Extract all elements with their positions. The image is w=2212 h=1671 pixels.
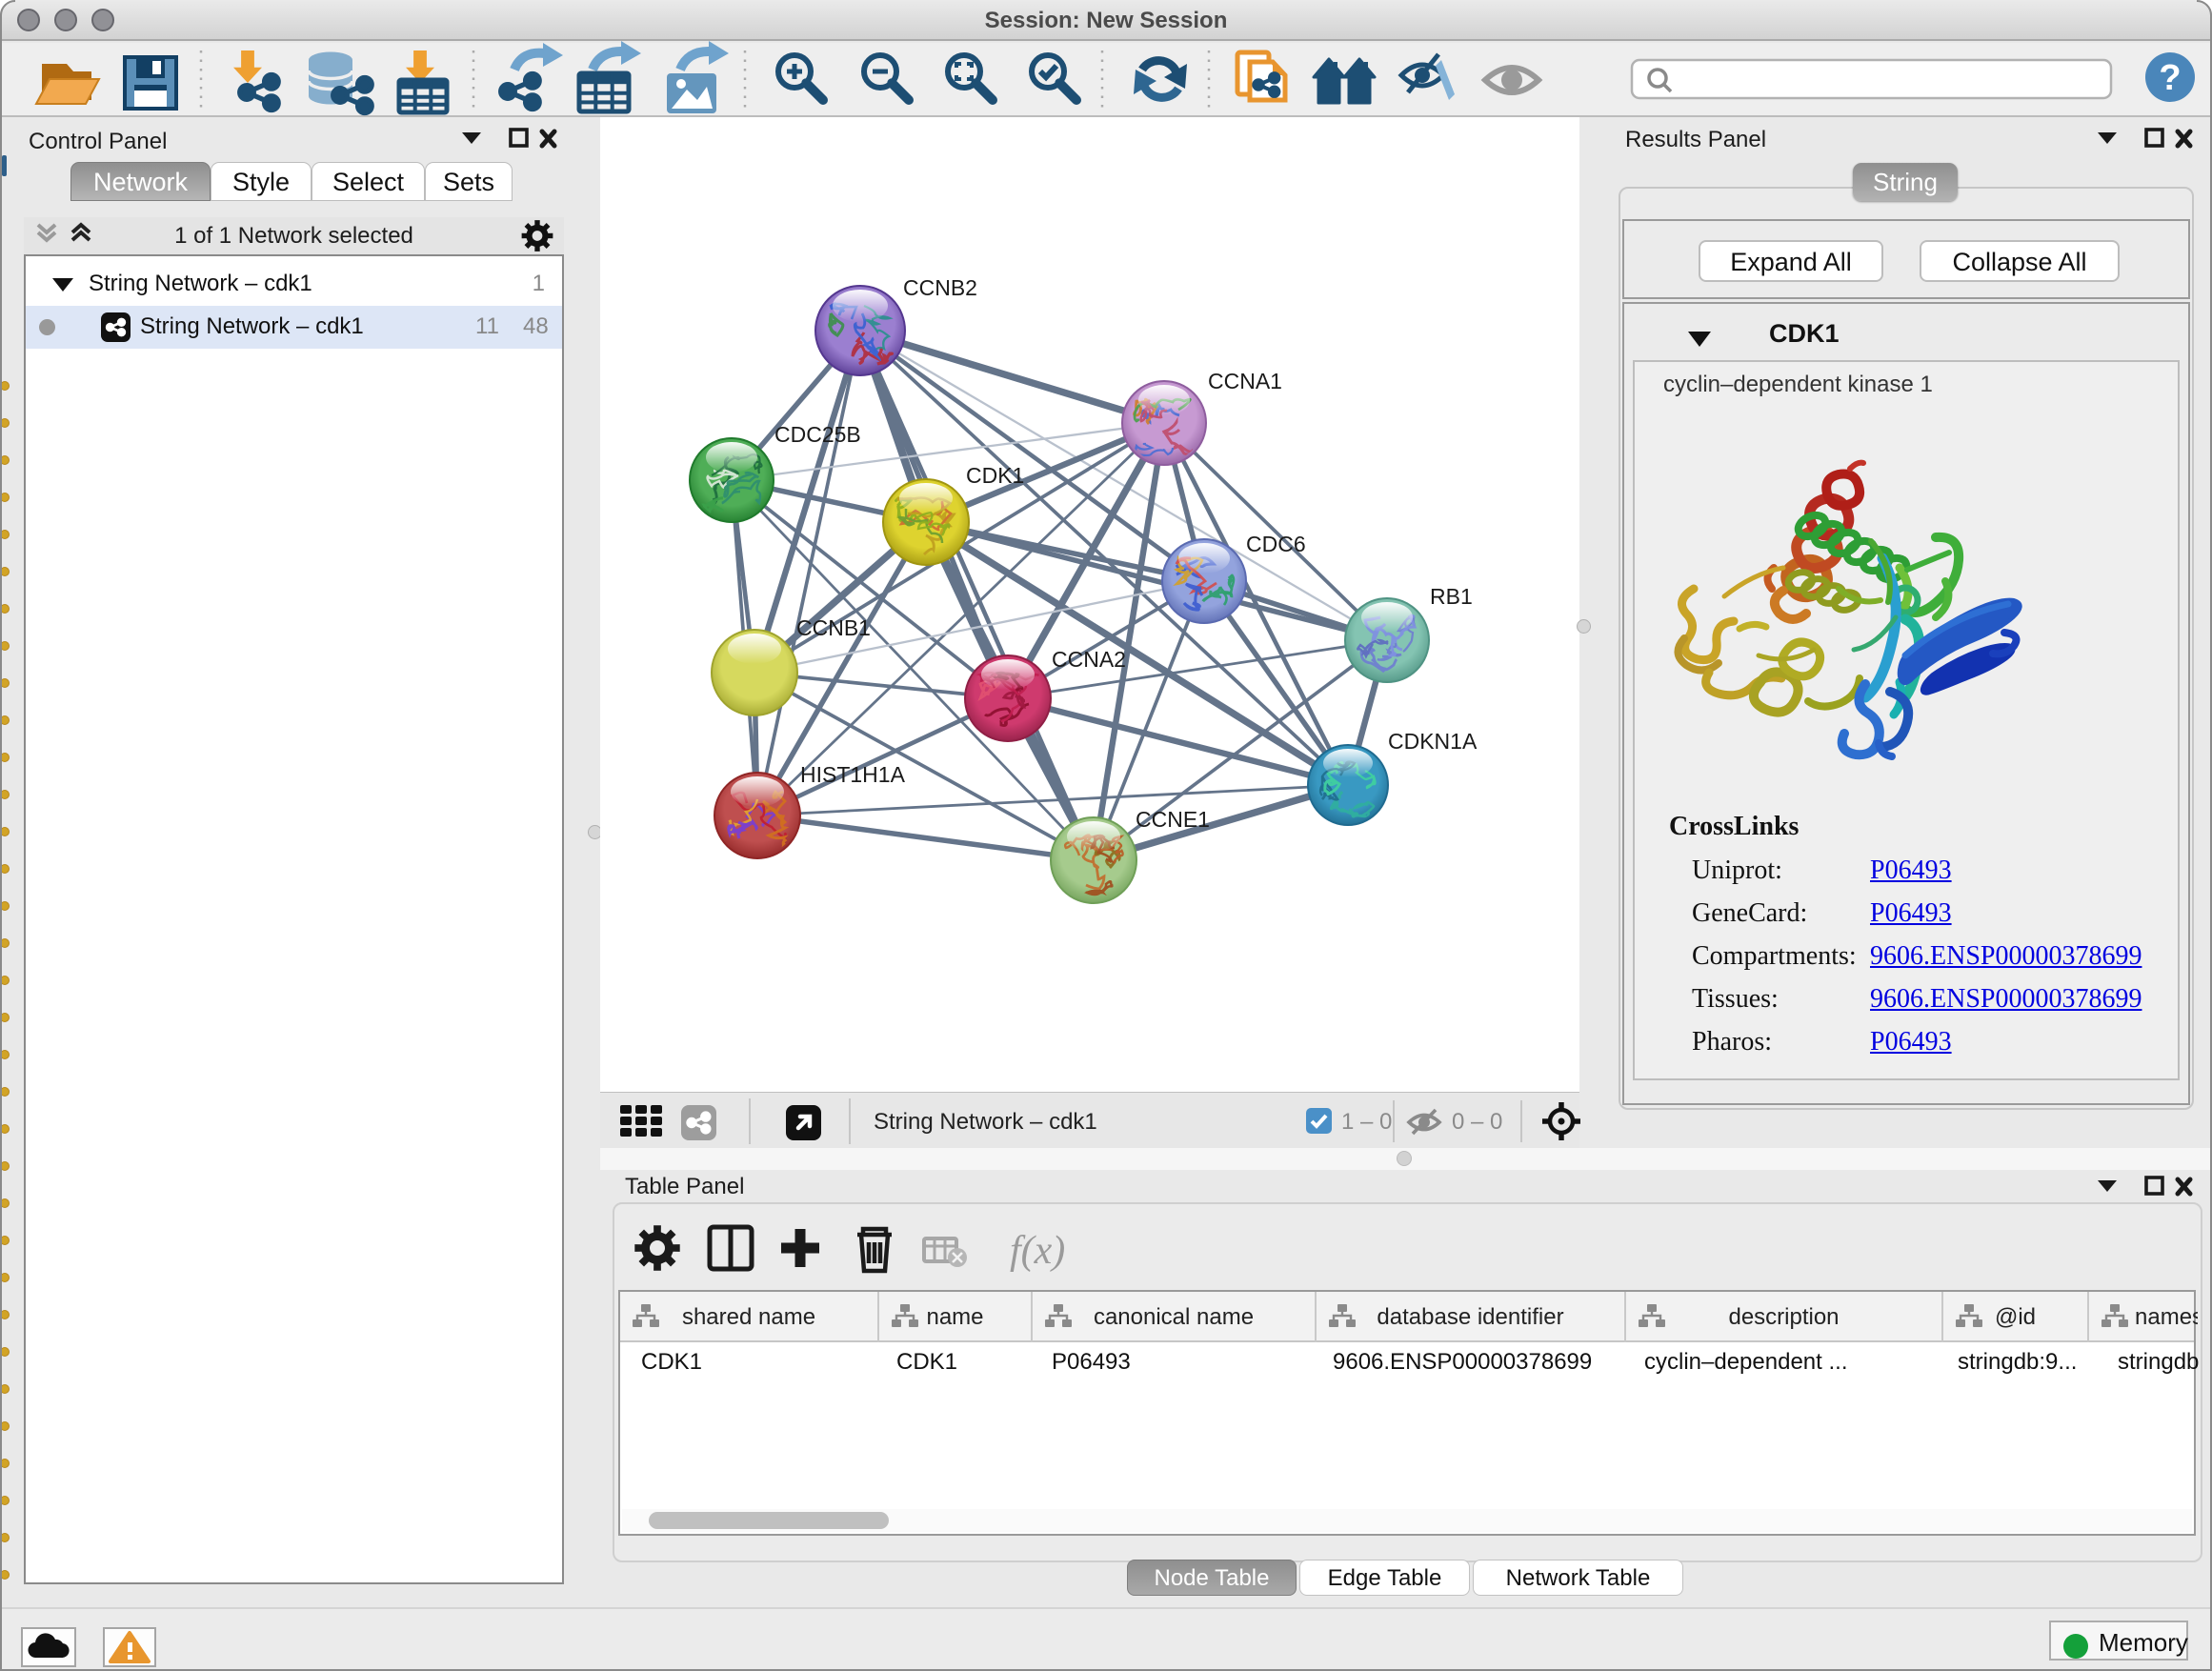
svg-text:CDK1: CDK1 [966,463,1024,488]
svg-text:?: ? [2159,58,2181,98]
svg-text:CCNB1: CCNB1 [796,615,871,640]
svg-text:HIST1H1A: HIST1H1A [800,762,906,787]
svg-text:CCNB2: CCNB2 [903,275,977,300]
svg-text:CDC25B: CDC25B [774,422,861,447]
svg-text:CCNE1: CCNE1 [1136,807,1210,832]
svg-text:CDC6: CDC6 [1246,532,1306,556]
svg-text:RB1: RB1 [1430,584,1473,609]
svg-text:f(x): f(x) [1010,1229,1065,1273]
svg-text:CCNA2: CCNA2 [1052,647,1126,672]
svg-text:CCNA1: CCNA1 [1208,369,1282,393]
svg-text:CDKN1A: CDKN1A [1388,729,1478,754]
